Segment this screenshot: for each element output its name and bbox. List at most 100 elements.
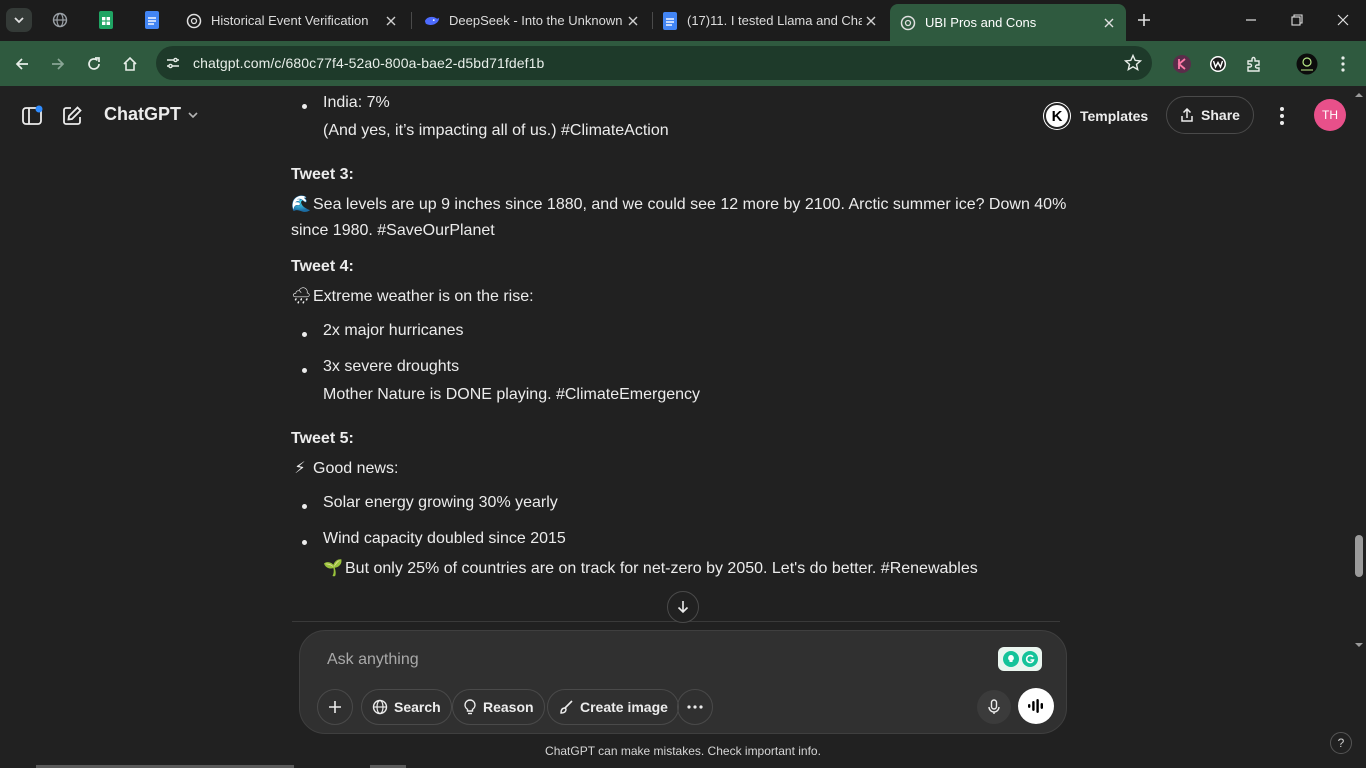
globe-icon: [372, 699, 388, 715]
tab-divider: [411, 12, 412, 29]
close-icon: [1337, 14, 1349, 26]
prompt-input[interactable]: Ask anything: [327, 651, 419, 669]
tweet-text: Good news:: [313, 460, 399, 477]
paragraph: 🌧 Extreme weather is on the rise:: [291, 286, 534, 306]
restore-button[interactable]: [1274, 6, 1320, 34]
prompt-composer[interactable]: Ask anything Search Reason Create image: [299, 630, 1067, 734]
model-selector[interactable]: ChatGPT: [104, 104, 199, 125]
list-bullet: [302, 504, 307, 509]
tab-llama-chatgpt[interactable]: (17)11. I tested Llama and ChatGPT: [652, 6, 888, 35]
chevron-down-icon: [188, 111, 198, 118]
list-item: Solar energy growing 30% yearly: [323, 494, 558, 511]
close-window-button[interactable]: [1320, 6, 1366, 34]
paragraph: Mother Nature is DONE playing. #ClimateE…: [323, 386, 701, 403]
waveform-icon: [1028, 699, 1043, 713]
scrollbar-track[interactable]: [1352, 86, 1366, 768]
globe-icon: [52, 12, 68, 28]
reload-button[interactable]: [81, 51, 107, 77]
extension-w-icon[interactable]: [1207, 53, 1229, 75]
grammarly-bulb-icon: [1002, 651, 1019, 667]
chrome-menu-icon[interactable]: [1332, 53, 1354, 75]
pinned-tab-globe[interactable]: [49, 9, 71, 31]
google-docs-icon: [145, 11, 159, 29]
google-sheets-icon: [99, 11, 113, 29]
user-avatar[interactable]: TH: [1314, 99, 1346, 131]
site-info-icon[interactable]: [164, 54, 182, 72]
tweet-text: Extreme weather is on the rise:: [313, 288, 534, 305]
share-button[interactable]: Share: [1166, 96, 1254, 134]
dictate-button[interactable]: [977, 690, 1011, 724]
tab-ubi-pros-cons[interactable]: UBI Pros and Cons: [890, 4, 1126, 41]
forward-button[interactable]: [45, 51, 71, 77]
reason-button[interactable]: Reason: [452, 689, 545, 725]
create-image-label: Create image: [580, 699, 668, 715]
pinned-tab-docs[interactable]: [141, 9, 163, 31]
deepseek-whale-icon: [424, 13, 440, 29]
app-title: ChatGPT: [104, 104, 182, 124]
tab-deepseek[interactable]: DeepSeek - Into the Unknown: [414, 6, 650, 35]
close-icon[interactable]: [382, 12, 400, 30]
tweet-heading: Tweet 4:: [291, 258, 354, 275]
templates-button[interactable]: K Templates: [1044, 100, 1148, 132]
pinned-tab-sheets[interactable]: [95, 9, 117, 31]
openai-icon: [900, 15, 916, 31]
tab-title: (17)11. I tested Llama and ChatGPT: [687, 13, 862, 28]
profile-avatar-icon[interactable]: [1296, 53, 1318, 75]
tweet-text: Sea levels are up 9 inches since 1880, a…: [313, 196, 1067, 213]
bookmark-star-icon[interactable]: [1124, 54, 1142, 72]
tweet-heading: Tweet 3:: [291, 166, 354, 183]
reload-icon: [88, 57, 100, 70]
close-icon[interactable]: [624, 12, 642, 30]
rain-cloud-icon: 🌧: [291, 288, 312, 305]
minimize-icon: [1246, 19, 1256, 21]
create-image-button[interactable]: Create image: [547, 689, 679, 725]
new-chat-button[interactable]: [60, 104, 84, 128]
microphone-icon: [988, 699, 1000, 714]
paragraph: ⚡ Good news:: [291, 458, 398, 478]
tab-search-button[interactable]: [6, 8, 32, 32]
scroll-up-arrow-icon[interactable]: [1354, 90, 1364, 100]
paragraph: since 1980. #SaveOurPlanet: [291, 222, 495, 239]
more-options-button[interactable]: [1270, 104, 1294, 128]
extensions-puzzle-icon[interactable]: [1243, 53, 1265, 75]
plus-icon: [1138, 14, 1150, 26]
attach-button[interactable]: [317, 689, 353, 725]
arrow-left-icon: [15, 58, 28, 70]
scrollbar-thumb[interactable]: [1355, 535, 1363, 577]
minimize-button[interactable]: [1228, 6, 1274, 34]
arrow-down-icon: [677, 601, 689, 614]
sidebar-toggle-button[interactable]: [20, 104, 44, 128]
more-tools-button[interactable]: [677, 689, 713, 725]
list-item: 3x severe droughts: [323, 358, 460, 375]
openai-icon: [186, 13, 202, 29]
templates-k-icon: K: [1044, 103, 1070, 129]
list-bullet: [302, 104, 307, 109]
share-label: Share: [1201, 107, 1240, 123]
home-button[interactable]: [117, 51, 143, 77]
paragraph: 🌱 But only 25% of countries are on track …: [323, 558, 978, 578]
tweet-heading: Tweet 5:: [291, 430, 354, 447]
address-bar[interactable]: chatgpt.com/c/680c77f4-52a0-800a-bae2-d5…: [156, 46, 1152, 80]
scroll-to-bottom-button[interactable]: [667, 591, 699, 623]
plus-icon: [329, 701, 341, 713]
paragraph: (And yes, it’s impacting all of us.) #Cl…: [323, 122, 669, 139]
grammarly-widget[interactable]: [998, 647, 1042, 671]
list-bullet: [302, 368, 307, 373]
scroll-down-arrow-icon[interactable]: [1354, 640, 1364, 650]
tab-title: Historical Event Verification: [211, 13, 369, 28]
tab-historical-event[interactable]: Historical Event Verification: [176, 6, 408, 35]
close-icon[interactable]: [862, 12, 880, 30]
voice-mode-button[interactable]: [1018, 688, 1054, 724]
help-button[interactable]: ?: [1330, 732, 1352, 754]
close-icon[interactable]: [1100, 14, 1118, 32]
extension-k-icon[interactable]: [1171, 53, 1193, 75]
back-button[interactable]: [9, 51, 35, 77]
templates-label: Templates: [1080, 108, 1149, 124]
home-icon: [123, 56, 137, 71]
list-item: 2x major hurricanes: [323, 322, 464, 339]
search-label: Search: [394, 699, 441, 715]
lightbulb-icon: [464, 699, 476, 715]
tweet-text: But only 25% of countries are on track f…: [345, 560, 978, 577]
search-button[interactable]: Search: [361, 689, 452, 725]
new-tab-button[interactable]: [1134, 10, 1154, 30]
